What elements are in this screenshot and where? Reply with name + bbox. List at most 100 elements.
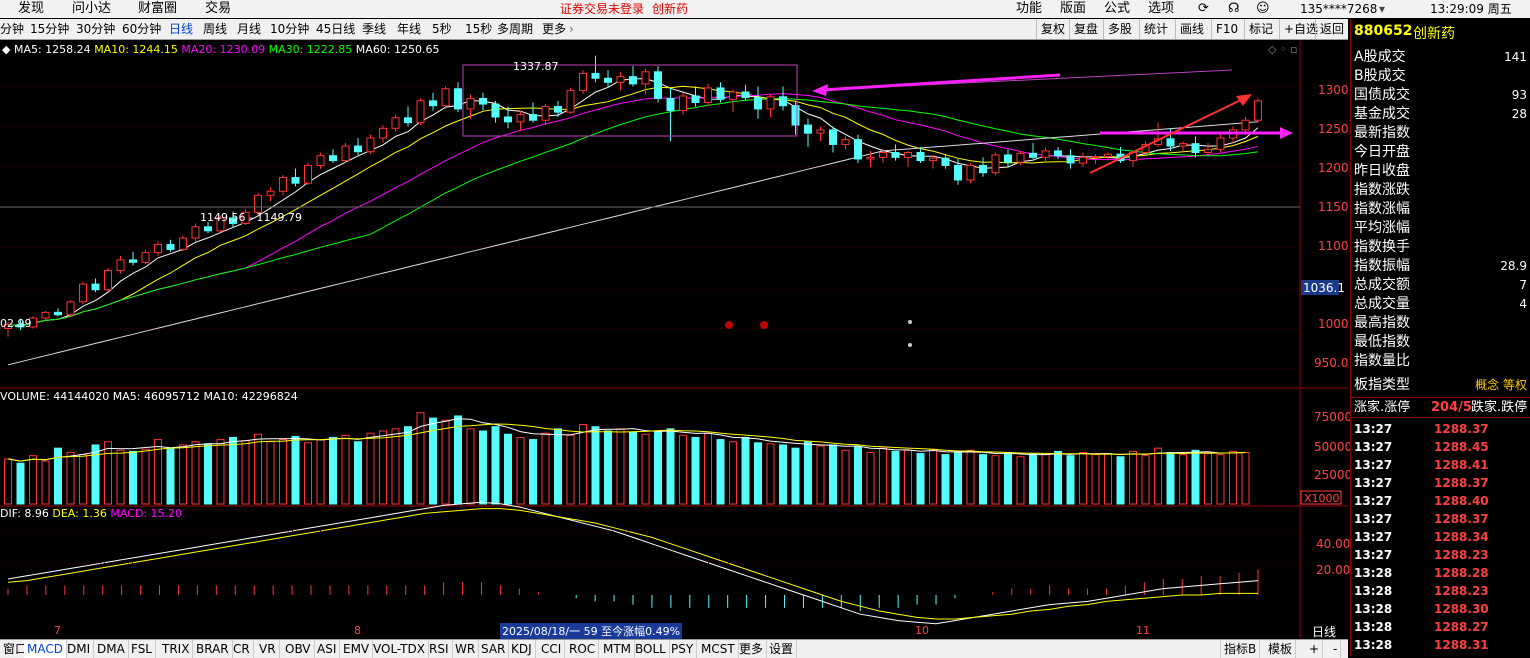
indicator-tab[interactable]: DMI xyxy=(64,640,95,658)
menu-options[interactable]: 选项 xyxy=(1148,0,1174,18)
volume-bar xyxy=(266,441,275,505)
volume-bar xyxy=(741,436,750,505)
login-notice[interactable]: 证券交易未登录 xyxy=(560,0,644,18)
candle-body xyxy=(66,301,75,316)
indicator-tab[interactable]: CR xyxy=(230,640,254,658)
window-control-icons[interactable]: ◇ ◦ ▫ xyxy=(1268,43,1297,56)
period-45day[interactable]: 45日线 xyxy=(316,19,355,39)
indicator-tab[interactable]: 更多 xyxy=(736,640,768,658)
user-icon[interactable]: ☺ xyxy=(1256,0,1270,18)
quote-row: 基金成交 28 xyxy=(1354,105,1529,124)
indicator-tab[interactable]: 设置 xyxy=(766,640,798,658)
period-yearly[interactable]: 年线 xyxy=(397,19,421,39)
up-value: 204/5 xyxy=(1431,400,1472,415)
period-5sec[interactable]: 5秒 xyxy=(432,19,452,39)
indicator-tab[interactable]: ROC xyxy=(566,640,600,658)
clock: 13:29:09 周五 xyxy=(1430,2,1512,16)
volume-bar xyxy=(41,460,50,505)
dropdown-arrow-icon[interactable]: ▾ xyxy=(1379,0,1385,18)
candle-body xyxy=(1029,152,1037,158)
menu-wenxiaoda[interactable]: 问小达 xyxy=(72,0,111,18)
tick-row: 13:28 1288.31 xyxy=(1354,636,1529,654)
btn-back[interactable]: 返回 xyxy=(1315,19,1348,39)
period-1min[interactable]: 分钟 xyxy=(0,19,24,39)
btn-draw-line[interactable]: 画线 xyxy=(1175,19,1208,39)
volume-bar xyxy=(1016,456,1025,505)
period-more[interactable]: 更多 xyxy=(542,19,566,39)
indicator-tab[interactable]: MACD xyxy=(24,640,67,658)
indicator-tab[interactable]: BOLL xyxy=(632,640,670,658)
indicator-tab[interactable]: KDJ xyxy=(508,640,536,658)
volume-bar xyxy=(879,447,887,505)
chart-area[interactable]: 1036.1 X1000 xyxy=(0,40,1348,638)
period-60min[interactable]: 60分钟 xyxy=(122,19,161,39)
menu-wealth-circle[interactable]: 财富圈 xyxy=(138,0,177,18)
btn-multi-stock[interactable]: 多股 xyxy=(1103,19,1136,39)
template-button[interactable]: 模板 xyxy=(1265,640,1297,658)
indicator-tab[interactable]: TRIX xyxy=(159,640,194,658)
period-daily[interactable]: 日线 xyxy=(169,19,193,39)
refresh-icon[interactable]: ⟳ xyxy=(1198,0,1209,18)
btn-replay[interactable]: 复盘 xyxy=(1069,19,1102,39)
indicator-b[interactable]: 指标B xyxy=(1220,640,1261,658)
indicator-tab[interactable]: RSI xyxy=(426,640,453,658)
x-axis-period: 日线 xyxy=(1312,625,1337,639)
menu-functions[interactable]: 功能 xyxy=(1016,0,1042,18)
user-account[interactable]: 135****7268 xyxy=(1300,0,1377,18)
volume-bar xyxy=(591,426,600,505)
candle-body xyxy=(129,259,137,263)
tick-row: 13:27 1288.34 xyxy=(1354,528,1529,546)
indicator-tab[interactable]: CCI xyxy=(538,640,566,658)
indicator-tab[interactable]: VR xyxy=(256,640,280,658)
btn-mark[interactable]: 标记 xyxy=(1244,19,1277,39)
volume-bar xyxy=(404,426,412,505)
candle-body xyxy=(916,152,925,162)
quote-value: 28 xyxy=(1511,107,1527,121)
candle-body xyxy=(266,190,275,196)
indicator-tab[interactable]: EMV xyxy=(340,640,374,658)
btn-adjust[interactable]: 复权 xyxy=(1036,19,1069,39)
menu-layout[interactable]: 版面 xyxy=(1060,0,1086,18)
zoom-in-button[interactable]: + xyxy=(1306,640,1324,658)
zoom-out-button[interactable]: - xyxy=(1330,640,1342,658)
volume-bar xyxy=(116,449,125,505)
menu-trade[interactable]: 交易 xyxy=(205,0,231,18)
tick-time: 13:27 xyxy=(1354,440,1393,454)
indicator-tab[interactable]: BRAR xyxy=(193,640,233,658)
volume-bar xyxy=(804,441,812,505)
headset-icon[interactable]: ☊ xyxy=(1228,0,1240,18)
period-15min[interactable]: 15分钟 xyxy=(30,19,69,39)
period-15sec[interactable]: 15秒 xyxy=(465,19,492,39)
btn-f10[interactable]: F10 xyxy=(1211,19,1242,39)
candle-body xyxy=(604,77,612,83)
period-weekly[interactable]: 周线 xyxy=(203,19,227,39)
indicator-tab[interactable]: VOL-TDX xyxy=(370,640,429,658)
indicator-tab[interactable]: ASI xyxy=(314,640,341,658)
quote-label: 总成交量 xyxy=(1354,296,1410,312)
period-10min[interactable]: 10分钟 xyxy=(270,19,309,39)
indicator-tab[interactable]: SAR xyxy=(478,640,510,658)
indicator-tab[interactable]: FSL xyxy=(128,640,156,658)
indicator-tab[interactable]: MCST xyxy=(698,640,739,658)
period-30min[interactable]: 30分钟 xyxy=(76,19,115,39)
period-monthly[interactable]: 月线 xyxy=(237,19,261,39)
candle-body xyxy=(316,155,325,166)
btn-statistics[interactable]: 统计 xyxy=(1139,19,1172,39)
indicator-tab[interactable]: OBV xyxy=(282,640,315,658)
period-quarterly[interactable]: 季线 xyxy=(362,19,386,39)
indicator-tab[interactable]: WR xyxy=(452,640,480,658)
candle-body xyxy=(829,129,837,145)
menu-formula[interactable]: 公式 xyxy=(1104,0,1130,18)
menu-discover[interactable]: 发现 xyxy=(18,0,44,18)
volume-ma5: MA5: 46095712 xyxy=(112,390,200,403)
period-multi[interactable]: 多周期 xyxy=(497,19,533,39)
notice-stock[interactable]: 创新药 xyxy=(652,0,688,18)
tick-row: 13:28 1288.27 xyxy=(1354,618,1529,636)
tick-time: 13:27 xyxy=(1354,476,1393,490)
candle-body xyxy=(704,87,712,103)
chevron-right-icon[interactable]: › xyxy=(569,19,574,39)
indicator-tab[interactable]: DMA xyxy=(94,640,129,658)
indicator-tab[interactable]: PSY xyxy=(668,640,698,658)
volume-bar xyxy=(141,448,150,505)
indicator-tab[interactable]: MTM xyxy=(600,640,636,658)
